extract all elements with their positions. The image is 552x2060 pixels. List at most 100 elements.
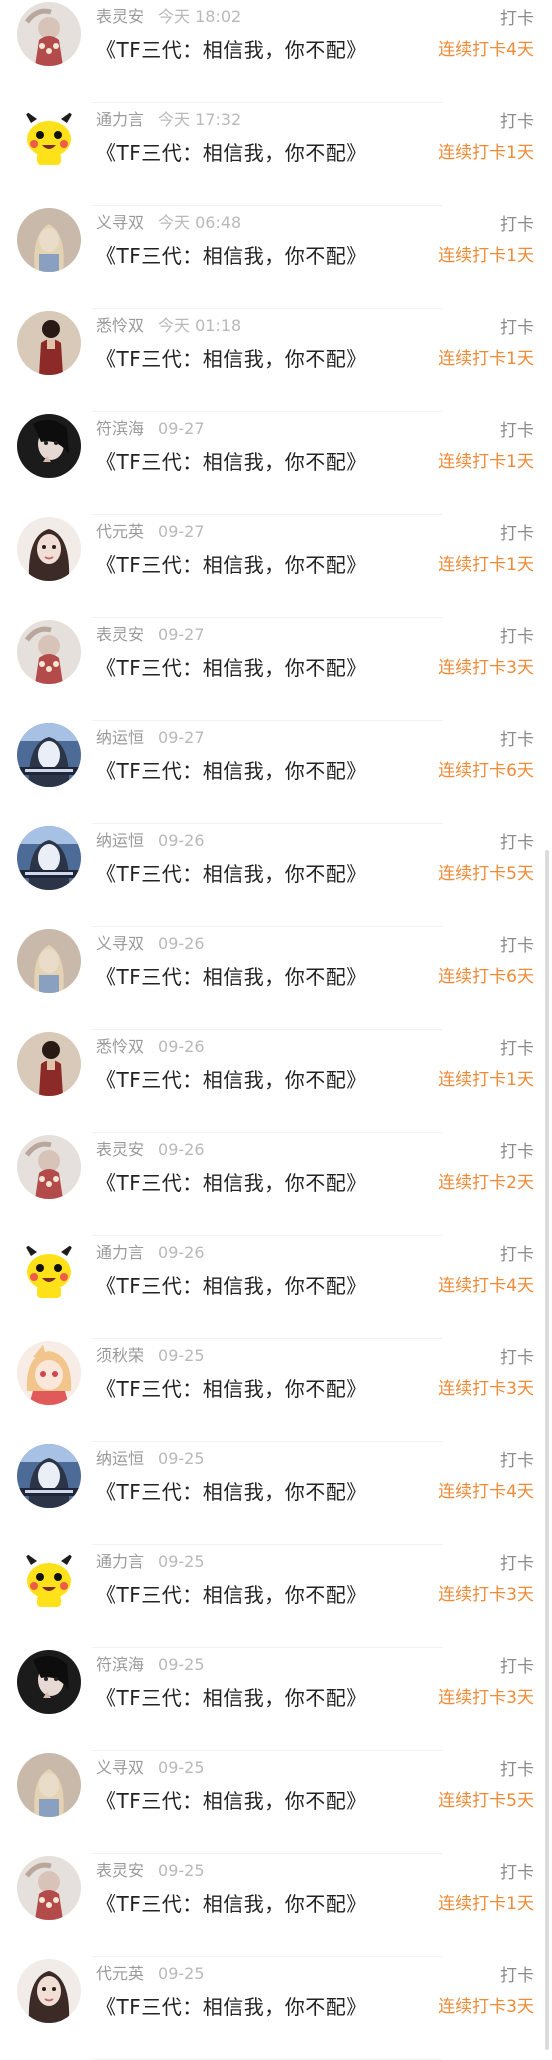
streak-badge: 连续打卡3天: [438, 1585, 534, 1605]
streak-badge: 连续打卡1天: [438, 246, 534, 266]
user-name[interactable]: 代元英: [96, 1964, 144, 1983]
book-title[interactable]: 《TF三代：相信我，你不配》: [96, 345, 367, 373]
row-meta: 表灵安 今天 18:02: [96, 6, 241, 28]
book-title[interactable]: 《TF三代：相信我，你不配》: [96, 36, 367, 64]
avatar[interactable]: [17, 929, 81, 993]
book-title[interactable]: 《TF三代：相信我，你不配》: [96, 1169, 367, 1197]
user-name[interactable]: 表灵安: [96, 1861, 144, 1880]
book-title[interactable]: 《TF三代：相信我，你不配》: [96, 1684, 367, 1712]
streak-badge: 连续打卡1天: [438, 555, 534, 575]
book-title[interactable]: 《TF三代：相信我，你不配》: [96, 654, 367, 682]
feed-row[interactable]: 符滨海 09-27 《TF三代：相信我，你不配》 打卡 连续打卡1天: [0, 412, 552, 515]
checkin-label: 打卡: [500, 318, 534, 338]
avatar[interactable]: [17, 1238, 81, 1302]
avatar[interactable]: [17, 414, 81, 478]
book-title[interactable]: 《TF三代：相信我，你不配》: [96, 242, 367, 270]
feed-row[interactable]: 义寻双 09-26 《TF三代：相信我，你不配》 打卡 连续打卡6天: [0, 927, 552, 1030]
avatar[interactable]: [17, 2, 81, 66]
feed-row[interactable]: 代元英 09-25 《TF三代：相信我，你不配》 打卡 连续打卡3天: [0, 1957, 552, 2060]
user-name[interactable]: 符滨海: [96, 1655, 144, 1674]
user-name[interactable]: 纳运恒: [96, 728, 144, 747]
book-title[interactable]: 《TF三代：相信我，你不配》: [96, 963, 367, 991]
book-title[interactable]: 《TF三代：相信我，你不配》: [96, 1890, 367, 1918]
feed-row[interactable]: 通力言 09-25 《TF三代：相信我，你不配》 打卡 连续打卡3天: [0, 1545, 552, 1648]
row-meta: 代元英 09-27: [96, 521, 205, 543]
user-name[interactable]: 通力言: [96, 1243, 144, 1262]
user-name[interactable]: 须秋荣: [96, 1346, 144, 1365]
post-time: 09-27: [158, 522, 205, 541]
streak-badge: 连续打卡4天: [438, 1276, 534, 1296]
book-title[interactable]: 《TF三代：相信我，你不配》: [96, 1993, 367, 2021]
avatar[interactable]: [17, 1032, 81, 1096]
book-title[interactable]: 《TF三代：相信我，你不配》: [96, 1272, 367, 1300]
user-name[interactable]: 通力言: [96, 1552, 144, 1571]
checkin-label: 打卡: [500, 627, 534, 647]
feed-row[interactable]: 表灵安 今天 18:02 《TF三代：相信我，你不配》 打卡 连续打卡4天: [0, 0, 552, 103]
avatar[interactable]: [17, 1650, 81, 1714]
user-name[interactable]: 义寻双: [96, 1758, 144, 1777]
avatar[interactable]: [17, 1444, 81, 1508]
avatar[interactable]: [17, 620, 81, 684]
book-title[interactable]: 《TF三代：相信我，你不配》: [96, 1787, 367, 1815]
scrollbar[interactable]: [545, 850, 549, 2050]
user-name[interactable]: 纳运恒: [96, 831, 144, 850]
user-name[interactable]: 悉怜双: [96, 1037, 144, 1056]
feed-row[interactable]: 义寻双 今天 06:48 《TF三代：相信我，你不配》 打卡 连续打卡1天: [0, 206, 552, 309]
feed-row[interactable]: 纳运恒 09-25 《TF三代：相信我，你不配》 打卡 连续打卡4天: [0, 1442, 552, 1545]
feed-row[interactable]: 通力言 09-26 《TF三代：相信我，你不配》 打卡 连续打卡4天: [0, 1236, 552, 1339]
row-meta: 须秋荣 09-25: [96, 1345, 205, 1367]
feed-row[interactable]: 义寻双 09-25 《TF三代：相信我，你不配》 打卡 连续打卡5天: [0, 1751, 552, 1854]
avatar[interactable]: [17, 1547, 81, 1611]
feed-row[interactable]: 表灵安 09-25 《TF三代：相信我，你不配》 打卡 连续打卡1天: [0, 1854, 552, 1957]
book-title[interactable]: 《TF三代：相信我，你不配》: [96, 860, 367, 888]
user-name[interactable]: 表灵安: [96, 1140, 144, 1159]
avatar[interactable]: [17, 1135, 81, 1199]
avatar[interactable]: [17, 311, 81, 375]
book-title[interactable]: 《TF三代：相信我，你不配》: [96, 1375, 367, 1403]
checkin-label: 打卡: [500, 833, 534, 853]
avatar[interactable]: [17, 208, 81, 272]
user-name[interactable]: 纳运恒: [96, 1449, 144, 1468]
feed-row[interactable]: 纳运恒 09-26 《TF三代：相信我，你不配》 打卡 连续打卡5天: [0, 824, 552, 927]
feed-row[interactable]: 代元英 09-27 《TF三代：相信我，你不配》 打卡 连续打卡1天: [0, 515, 552, 618]
feed-row[interactable]: 悉怜双 今天 01:18 《TF三代：相信我，你不配》 打卡 连续打卡1天: [0, 309, 552, 412]
feed-row[interactable]: 表灵安 09-26 《TF三代：相信我，你不配》 打卡 连续打卡2天: [0, 1133, 552, 1236]
user-name[interactable]: 表灵安: [96, 7, 144, 26]
avatar[interactable]: [17, 723, 81, 787]
avatar[interactable]: [17, 1856, 81, 1920]
post-time: 09-25: [158, 1964, 205, 1983]
streak-badge: 连续打卡4天: [438, 1482, 534, 1502]
user-name[interactable]: 义寻双: [96, 934, 144, 953]
book-title[interactable]: 《TF三代：相信我，你不配》: [96, 1478, 367, 1506]
avatar[interactable]: [17, 1341, 81, 1405]
feed-row[interactable]: 通力言 今天 17:32 《TF三代：相信我，你不配》 打卡 连续打卡1天: [0, 103, 552, 206]
post-time: 09-26: [158, 1140, 205, 1159]
user-name[interactable]: 符滨海: [96, 419, 144, 438]
book-title[interactable]: 《TF三代：相信我，你不配》: [96, 139, 367, 167]
book-title[interactable]: 《TF三代：相信我，你不配》: [96, 1581, 367, 1609]
book-title[interactable]: 《TF三代：相信我，你不配》: [96, 448, 367, 476]
avatar[interactable]: [17, 826, 81, 890]
checkin-label: 打卡: [500, 215, 534, 235]
user-name[interactable]: 悉怜双: [96, 316, 144, 335]
checkin-label: 打卡: [500, 524, 534, 544]
user-name[interactable]: 代元英: [96, 522, 144, 541]
user-name[interactable]: 表灵安: [96, 625, 144, 644]
post-time: 09-25: [158, 1552, 205, 1571]
feed-row[interactable]: 表灵安 09-27 《TF三代：相信我，你不配》 打卡 连续打卡3天: [0, 618, 552, 721]
feed-row[interactable]: 须秋荣 09-25 《TF三代：相信我，你不配》 打卡 连续打卡3天: [0, 1339, 552, 1442]
user-name[interactable]: 通力言: [96, 110, 144, 129]
book-title[interactable]: 《TF三代：相信我，你不配》: [96, 757, 367, 785]
feed-row[interactable]: 悉怜双 09-26 《TF三代：相信我，你不配》 打卡 连续打卡1天: [0, 1030, 552, 1133]
feed-row[interactable]: 符滨海 09-25 《TF三代：相信我，你不配》 打卡 连续打卡3天: [0, 1648, 552, 1751]
avatar[interactable]: [17, 517, 81, 581]
checkin-label: 打卡: [500, 421, 534, 441]
row-meta: 义寻双 09-25: [96, 1757, 205, 1779]
book-title[interactable]: 《TF三代：相信我，你不配》: [96, 1066, 367, 1094]
book-title[interactable]: 《TF三代：相信我，你不配》: [96, 551, 367, 579]
avatar[interactable]: [17, 1753, 81, 1817]
user-name[interactable]: 义寻双: [96, 213, 144, 232]
avatar[interactable]: [17, 1959, 81, 2023]
feed-row[interactable]: 纳运恒 09-27 《TF三代：相信我，你不配》 打卡 连续打卡6天: [0, 721, 552, 824]
avatar[interactable]: [17, 105, 81, 169]
